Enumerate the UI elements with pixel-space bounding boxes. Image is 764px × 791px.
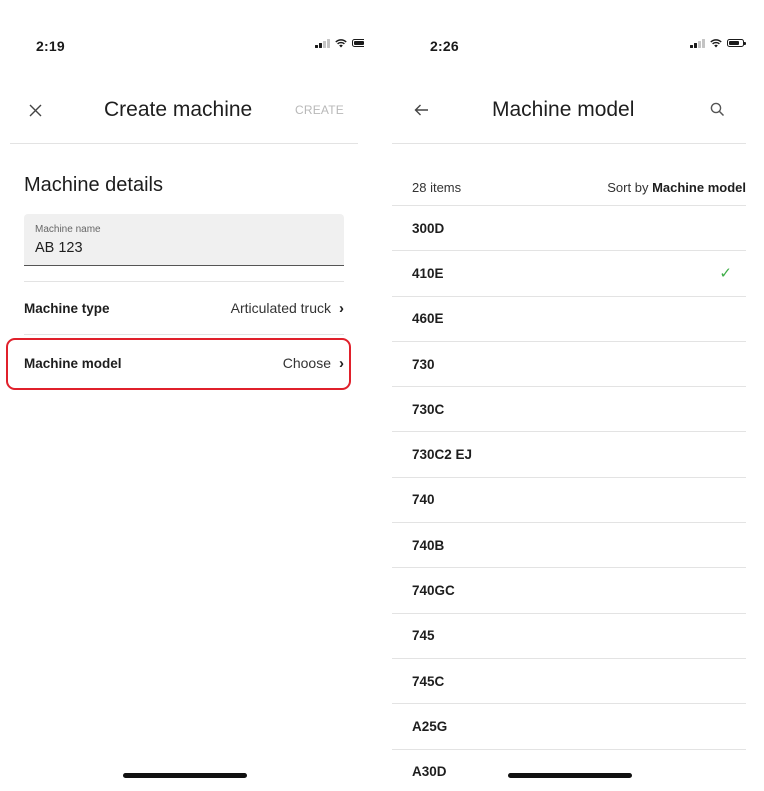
search-icon[interactable] [710, 102, 725, 117]
signal-icon [315, 38, 330, 48]
app-bar-divider [392, 143, 746, 144]
status-time: 2:26 [430, 38, 459, 54]
list-item[interactable]: 730C2 EJ [392, 432, 746, 478]
section-title: Machine details [24, 174, 163, 196]
machine-model-list: 300D 410E ✓ 460E 730 730C 730C2 EJ 740 740B 740GC… [392, 206, 746, 791]
app-bar-divider [10, 143, 358, 144]
app-bar: Create machine CREATE [0, 92, 364, 128]
model-name: 740 [412, 492, 435, 508]
battery-icon [726, 39, 746, 47]
machine-type-label: Machine type [24, 300, 110, 316]
model-name: 730C2 EJ [412, 447, 473, 463]
checkmark-icon: ✓ [719, 265, 732, 283]
items-count: 28 items [412, 180, 462, 195]
sort-prefix: Sort by [607, 180, 649, 195]
machine-name-value: AB 123 [35, 240, 83, 256]
status-icons [690, 38, 746, 48]
list-item[interactable]: 730 [392, 342, 746, 388]
model-name: 460E [412, 311, 444, 327]
model-name: 410E [412, 265, 444, 281]
model-name: 745C [412, 673, 445, 689]
model-name: A25G [412, 718, 448, 734]
list-item[interactable]: 740GC [392, 568, 746, 614]
close-icon[interactable] [29, 104, 42, 117]
model-name: 740B [412, 537, 445, 553]
annotation-highlight-box [6, 338, 351, 390]
signal-icon [690, 38, 705, 48]
model-name: 730C [412, 401, 445, 417]
model-name: 730 [412, 356, 435, 372]
home-indicator [123, 773, 247, 778]
row-divider [24, 334, 344, 335]
arrow-left-icon[interactable] [414, 104, 429, 116]
list-header: 28 items Sort by Machine model [392, 170, 746, 206]
sort-value: Machine model [652, 180, 746, 195]
list-item[interactable]: 745 [392, 614, 746, 659]
create-machine-screen: 2:19 Create machine CREATE Machine detai… [0, 0, 364, 791]
page-title: Machine model [492, 98, 635, 121]
create-button[interactable]: CREATE [295, 103, 344, 117]
sort-control[interactable]: Sort by Machine model [607, 180, 746, 195]
list-item[interactable]: 740 [392, 478, 746, 524]
machine-type-row[interactable]: Machine type Articulated truck › [24, 282, 344, 334]
list-item[interactable]: 745C [392, 659, 746, 705]
model-name: 745 [412, 628, 435, 644]
list-item[interactable]: A25G [392, 704, 746, 750]
machine-model-screen: 2:26 Machine model 28 items Sort by Mach… [392, 0, 756, 791]
list-item[interactable]: 730C [392, 387, 746, 433]
status-icons [315, 38, 364, 48]
wifi-icon [709, 38, 722, 47]
page-title: Create machine [104, 98, 253, 121]
machine-type-value-group: Articulated truck › [231, 300, 344, 317]
status-time: 2:19 [36, 38, 65, 54]
model-name: 740GC [412, 583, 455, 599]
list-item[interactable]: 410E ✓ [392, 251, 746, 297]
machine-name-field[interactable]: Machine name AB 123 [24, 214, 344, 266]
list-item[interactable]: 740B [392, 523, 746, 569]
machine-name-label: Machine name [35, 224, 101, 235]
app-bar: Machine model [392, 92, 756, 128]
machine-type-value: Articulated truck [230, 300, 331, 316]
battery-icon [351, 39, 364, 47]
list-item[interactable]: 300D [392, 206, 746, 252]
list-item[interactable]: 460E [392, 297, 746, 342]
model-name: A30D [412, 764, 447, 780]
list-item[interactable]: A30D [392, 750, 746, 791]
wifi-icon [334, 38, 347, 47]
chevron-right-icon: › [339, 299, 344, 317]
home-indicator [508, 773, 632, 778]
model-name: 300D [412, 220, 445, 236]
